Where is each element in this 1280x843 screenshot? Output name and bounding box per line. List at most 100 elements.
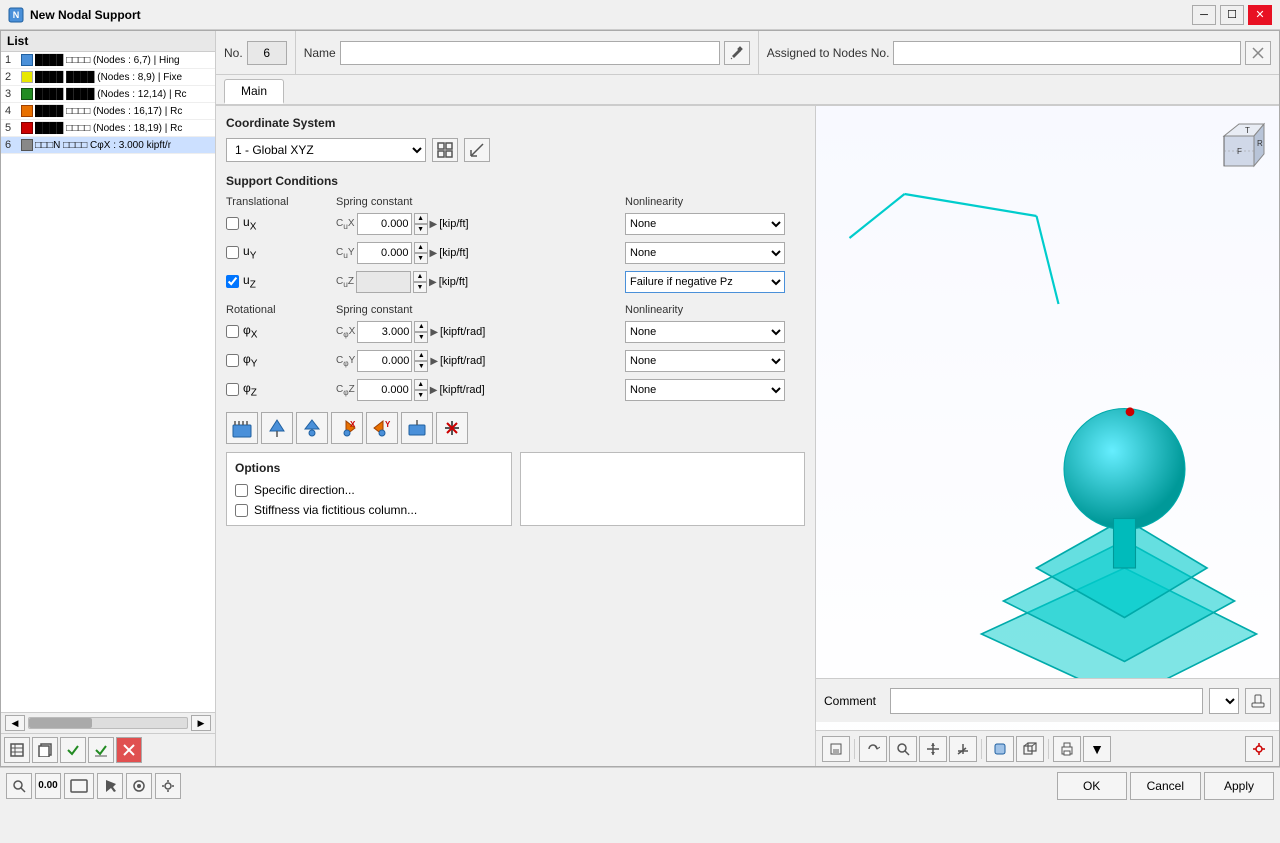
toolbar-btn-4[interactable]: X [331,412,363,444]
toolbar-btn-7[interactable] [436,412,468,444]
uy-spring-input[interactable] [357,242,412,264]
stiffness-checkbox[interactable] [235,504,248,517]
ux-spring-input[interactable] [357,213,412,235]
list-item[interactable]: 2 ████ ████ (Nodes : 8,9) | Fixe [1,69,215,86]
no-input[interactable]: 6 [247,41,287,65]
coord-btn-1[interactable] [432,138,458,162]
ux-check-label: uX [226,215,336,232]
assigned-clear-button[interactable] [1245,41,1271,65]
list-item[interactable]: 1 ████ □□□□ (Nodes : 6,7) | Hing [1,52,215,69]
uz-checkbox[interactable] [226,275,239,288]
py-spin-up[interactable]: ▲ [414,350,428,361]
view-perspective-btn[interactable] [1016,736,1044,762]
bottom-btn-5[interactable] [126,773,152,799]
list-item[interactable]: 3 ████ ████ (Nodes : 12,14) | Rc [1,86,215,103]
minimize-button[interactable]: ─ [1192,5,1216,25]
uy-spin-up[interactable]: ▲ [414,242,428,253]
py-spinners: ▲ ▼ [414,350,428,372]
bottom-btn-1[interactable] [6,773,32,799]
color-indicator [21,54,33,66]
py-spin-down[interactable]: ▼ [414,361,428,372]
list-item[interactable]: 5 ████ □□□□ (Nodes : 18,19) | Rc [1,120,215,137]
name-edit-button[interactable] [724,41,750,65]
cancel-button[interactable]: Cancel [1130,772,1201,800]
view-rotate-btn[interactable] [859,736,887,762]
ux-nonlinearity-select[interactable]: None [625,213,785,235]
pz-spring-group: CφZ ▲ ▼ ▶ [kipft/rad] [336,379,625,401]
bottom-btn-2[interactable]: 0.00 [35,773,61,799]
pz-spin-up[interactable]: ▲ [414,379,428,390]
px-nonlinearity-select[interactable]: None [625,321,785,343]
toolbar-btn-5[interactable]: Y [366,412,398,444]
view-render-btn[interactable] [986,736,1014,762]
uz-nonlinearity-select[interactable]: Failure if negative Pz None [625,271,785,293]
uy-checkbox[interactable] [226,246,239,259]
bottom-btn-6[interactable] [155,773,181,799]
list-item[interactable]: 4 ████ □□□□ (Nodes : 16,17) | Rc [1,103,215,120]
view-more-btn[interactable]: ▼ [1083,736,1111,762]
name-input[interactable] [340,41,720,65]
color-indicator [21,139,33,151]
pz-checkbox[interactable] [226,383,239,396]
assigned-input[interactable] [893,41,1241,65]
px-spring-input[interactable] [357,321,412,343]
options-split: Options Specific direction... Stiffness … [226,452,805,526]
view-axis-btn[interactable] [949,736,977,762]
view-print-btn[interactable] [1053,736,1081,762]
rot-nonlin-header: Nonlinearity [625,304,805,316]
uy-spin-down[interactable]: ▼ [414,253,428,264]
ux-spin-down[interactable]: ▼ [414,224,428,235]
scroll-right-button[interactable]: ▶ [191,715,211,731]
ux-spin-up[interactable]: ▲ [414,213,428,224]
uz-spin-down[interactable]: ▼ [413,282,427,293]
comment-input[interactable] [890,688,1203,714]
sidebar-btn-2[interactable] [32,737,58,763]
uz-spring-group: CuZ ▲ ▼ ▶ [kip/ft] [336,271,625,293]
ok-button[interactable]: OK [1057,772,1127,800]
toolbar-btn-3[interactable] [296,412,328,444]
px-checkbox[interactable] [226,325,239,338]
uz-spin-up[interactable]: ▲ [413,271,427,282]
ux-row: uX CuX ▲ ▼ ▶ [kip/ft] [226,212,805,236]
sidebar-btn-3[interactable] [60,737,86,763]
bottom-btn-3[interactable] [64,773,94,799]
pz-spin-down[interactable]: ▼ [414,390,428,401]
pz-nonlinearity-select[interactable]: None [625,379,785,401]
toolbar-btn-6[interactable] [401,412,433,444]
bottom-btn-4[interactable] [97,773,123,799]
scrollbar-track[interactable] [28,717,188,729]
comment-edit-btn[interactable] [1245,688,1271,714]
py-nonlinearity-select[interactable]: None [625,350,785,372]
view-pan-btn[interactable] [919,736,947,762]
view-settings-btn[interactable] [1245,736,1273,762]
sidebar-delete-btn[interactable] [116,737,142,763]
close-button[interactable]: ✕ [1248,5,1272,25]
toolbar-btn-2[interactable] [261,412,293,444]
apply-button[interactable]: Apply [1204,772,1274,800]
py-checkbox[interactable] [226,354,239,367]
comment-dropdown[interactable] [1209,688,1239,714]
px-spinners: ▲ ▼ [414,321,428,343]
uy-nonlinearity-select[interactable]: None [625,242,785,264]
toolbar-btn-1[interactable] [226,412,258,444]
sidebar-btn-1[interactable] [4,737,30,763]
px-spin-up[interactable]: ▲ [414,321,428,332]
options-box: Options Specific direction... Stiffness … [226,452,512,526]
tab-main[interactable]: Main [224,79,284,104]
scroll-left-button[interactable]: ◀ [5,715,25,731]
py-spring-input[interactable] [357,350,412,372]
view-save-btn[interactable] [822,736,850,762]
sidebar-btn-4[interactable] [88,737,114,763]
view-zoom-btn[interactable] [889,736,917,762]
color-indicator [21,105,33,117]
scrollbar-thumb [29,718,92,728]
specific-direction-checkbox[interactable] [235,484,248,497]
uz-spring-input[interactable] [356,271,411,293]
ux-checkbox[interactable] [226,217,239,230]
pz-spring-input[interactable] [357,379,412,401]
maximize-button[interactable]: ☐ [1220,5,1244,25]
coord-system-select[interactable]: 1 - Global XYZ [226,138,426,162]
px-spin-down[interactable]: ▼ [414,332,428,343]
coord-btn-2[interactable] [464,138,490,162]
list-item[interactable]: 6 □□□N □□□□ CφX : 3.000 kipft/r [1,137,215,154]
